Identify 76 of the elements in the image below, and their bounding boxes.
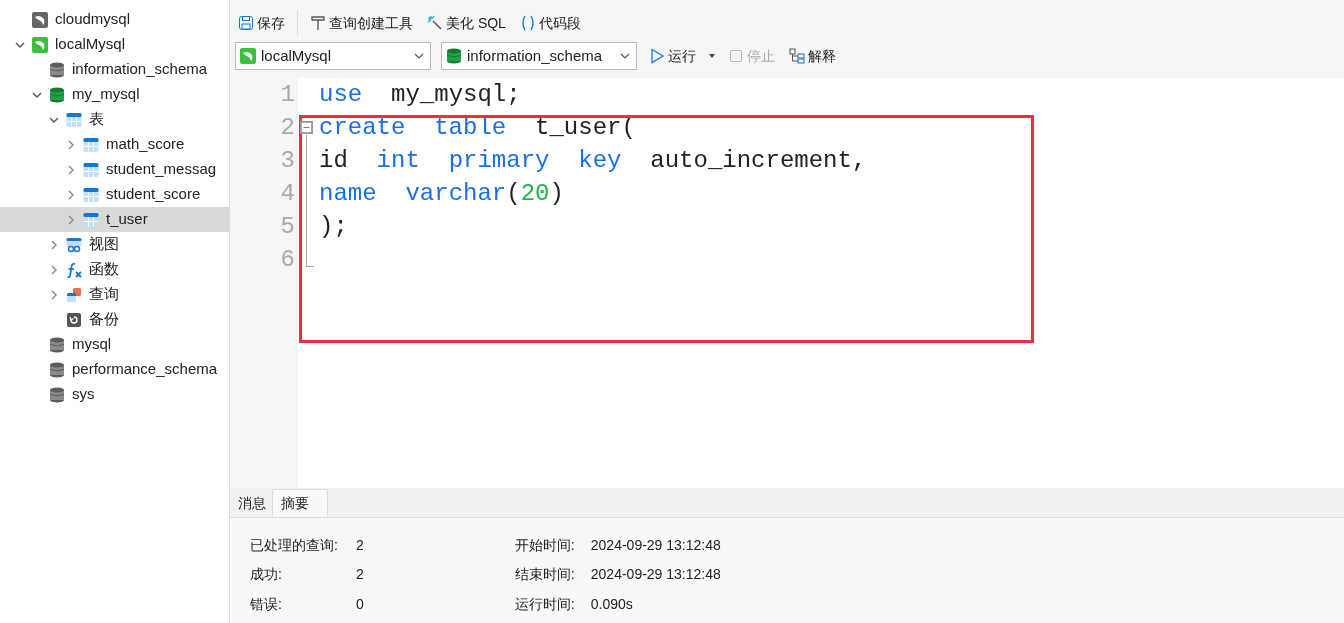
summary-value: 2024-09-29 13:12:48 — [590, 565, 721, 585]
toolbar-button[interactable]: 解释 — [787, 45, 838, 67]
query-icon — [66, 286, 82, 303]
tree-item[interactable]: 视图 — [0, 232, 229, 257]
toolbar-button[interactable]: 运行 — [647, 45, 698, 67]
diagram-icon — [789, 48, 805, 64]
toolbar-button[interactable]: 代码段 — [517, 12, 583, 34]
database-icon — [49, 86, 65, 103]
code-line: use my_mysql; — [319, 81, 521, 108]
tree-item[interactable]: student_messag — [0, 157, 229, 182]
tree-item[interactable]: student_score — [0, 182, 229, 207]
dolphin-icon — [32, 36, 48, 53]
toolbar-button[interactable]: 美化 SQL — [425, 12, 508, 34]
database-icon — [49, 361, 65, 378]
line-number: 5 — [279, 212, 296, 242]
tree-item[interactable]: sys — [0, 382, 229, 407]
tree-item[interactable]: 表 — [0, 107, 229, 132]
summary-value: 2 — [356, 565, 364, 585]
line-number: 2 — [279, 113, 296, 143]
play-icon — [649, 48, 665, 64]
tree-item[interactable]: math_score — [0, 132, 229, 157]
chevron-down-icon — [414, 51, 424, 61]
tree-item[interactable]: localMysql — [0, 32, 229, 57]
result-tab[interactable]: 消息 — [232, 489, 272, 517]
code-line: id int primary key auto_increment, — [319, 147, 867, 174]
code-line: create table t_user( — [319, 114, 636, 141]
toolbar-button[interactable]: 保存 — [236, 12, 287, 34]
summary-label: 开始时间: — [514, 536, 576, 555]
connection-select[interactable]: localMysql — [235, 42, 431, 70]
table-icon — [83, 136, 99, 153]
tree-item[interactable]: t_user — [0, 207, 229, 232]
code-line: ); — [319, 213, 348, 240]
summary-label: 已处理的查询: — [250, 536, 339, 555]
tree-item[interactable]: cloudmysql — [0, 7, 229, 32]
summary-label: 运行时间: — [514, 594, 576, 614]
result-tab[interactable]: 摘要 — [272, 489, 328, 517]
stop-icon — [728, 48, 744, 64]
backup-icon — [66, 311, 82, 328]
summary-value: 2024-09-29 13:12:48 — [590, 536, 721, 555]
summary-label: 错误: — [250, 594, 283, 614]
tree-item[interactable]: 备份 — [0, 307, 229, 332]
tree-item[interactable]: 函数 — [0, 257, 229, 282]
chevron-down-icon — [620, 51, 630, 61]
line-number: 6 — [279, 245, 296, 275]
line-number: 1 — [279, 80, 296, 110]
summary-value: 0 — [356, 594, 364, 614]
summary-label: 结束时间: — [514, 565, 576, 585]
dolphin-icon — [240, 48, 256, 64]
view-icon — [66, 236, 82, 253]
tree-item[interactable]: information_schema — [0, 57, 229, 82]
line-number: 3 — [279, 146, 296, 176]
code-line: name varchar(20) — [319, 180, 564, 207]
save-icon — [238, 15, 254, 31]
table-icon — [83, 186, 99, 203]
tree-item[interactable]: performance_schema — [0, 357, 229, 382]
database-icon — [446, 48, 462, 64]
summary-value: 2 — [356, 536, 364, 555]
function-icon — [66, 261, 82, 278]
summary-label: 成功: — [250, 565, 283, 585]
toolbar-button[interactable]: 查询创建工具 — [308, 12, 415, 34]
summary-value: 0.090s — [590, 594, 634, 614]
table-icon — [66, 111, 82, 128]
database-icon — [49, 61, 65, 78]
dolphin-icon — [32, 11, 48, 28]
hammer-icon — [310, 15, 326, 31]
tree-item[interactable]: my_mysql — [0, 82, 229, 107]
table-icon — [83, 211, 99, 228]
table-icon — [83, 161, 99, 178]
tree-item[interactable]: 查询 — [0, 282, 229, 307]
database-icon — [49, 336, 65, 353]
database-select[interactable]: information_schema — [441, 42, 637, 70]
line-number: 4 — [279, 179, 296, 209]
tree-item[interactable]: mysql — [0, 332, 229, 357]
parentheses-icon — [519, 15, 536, 31]
magic-wand-icon — [427, 15, 443, 31]
database-icon — [49, 386, 65, 403]
